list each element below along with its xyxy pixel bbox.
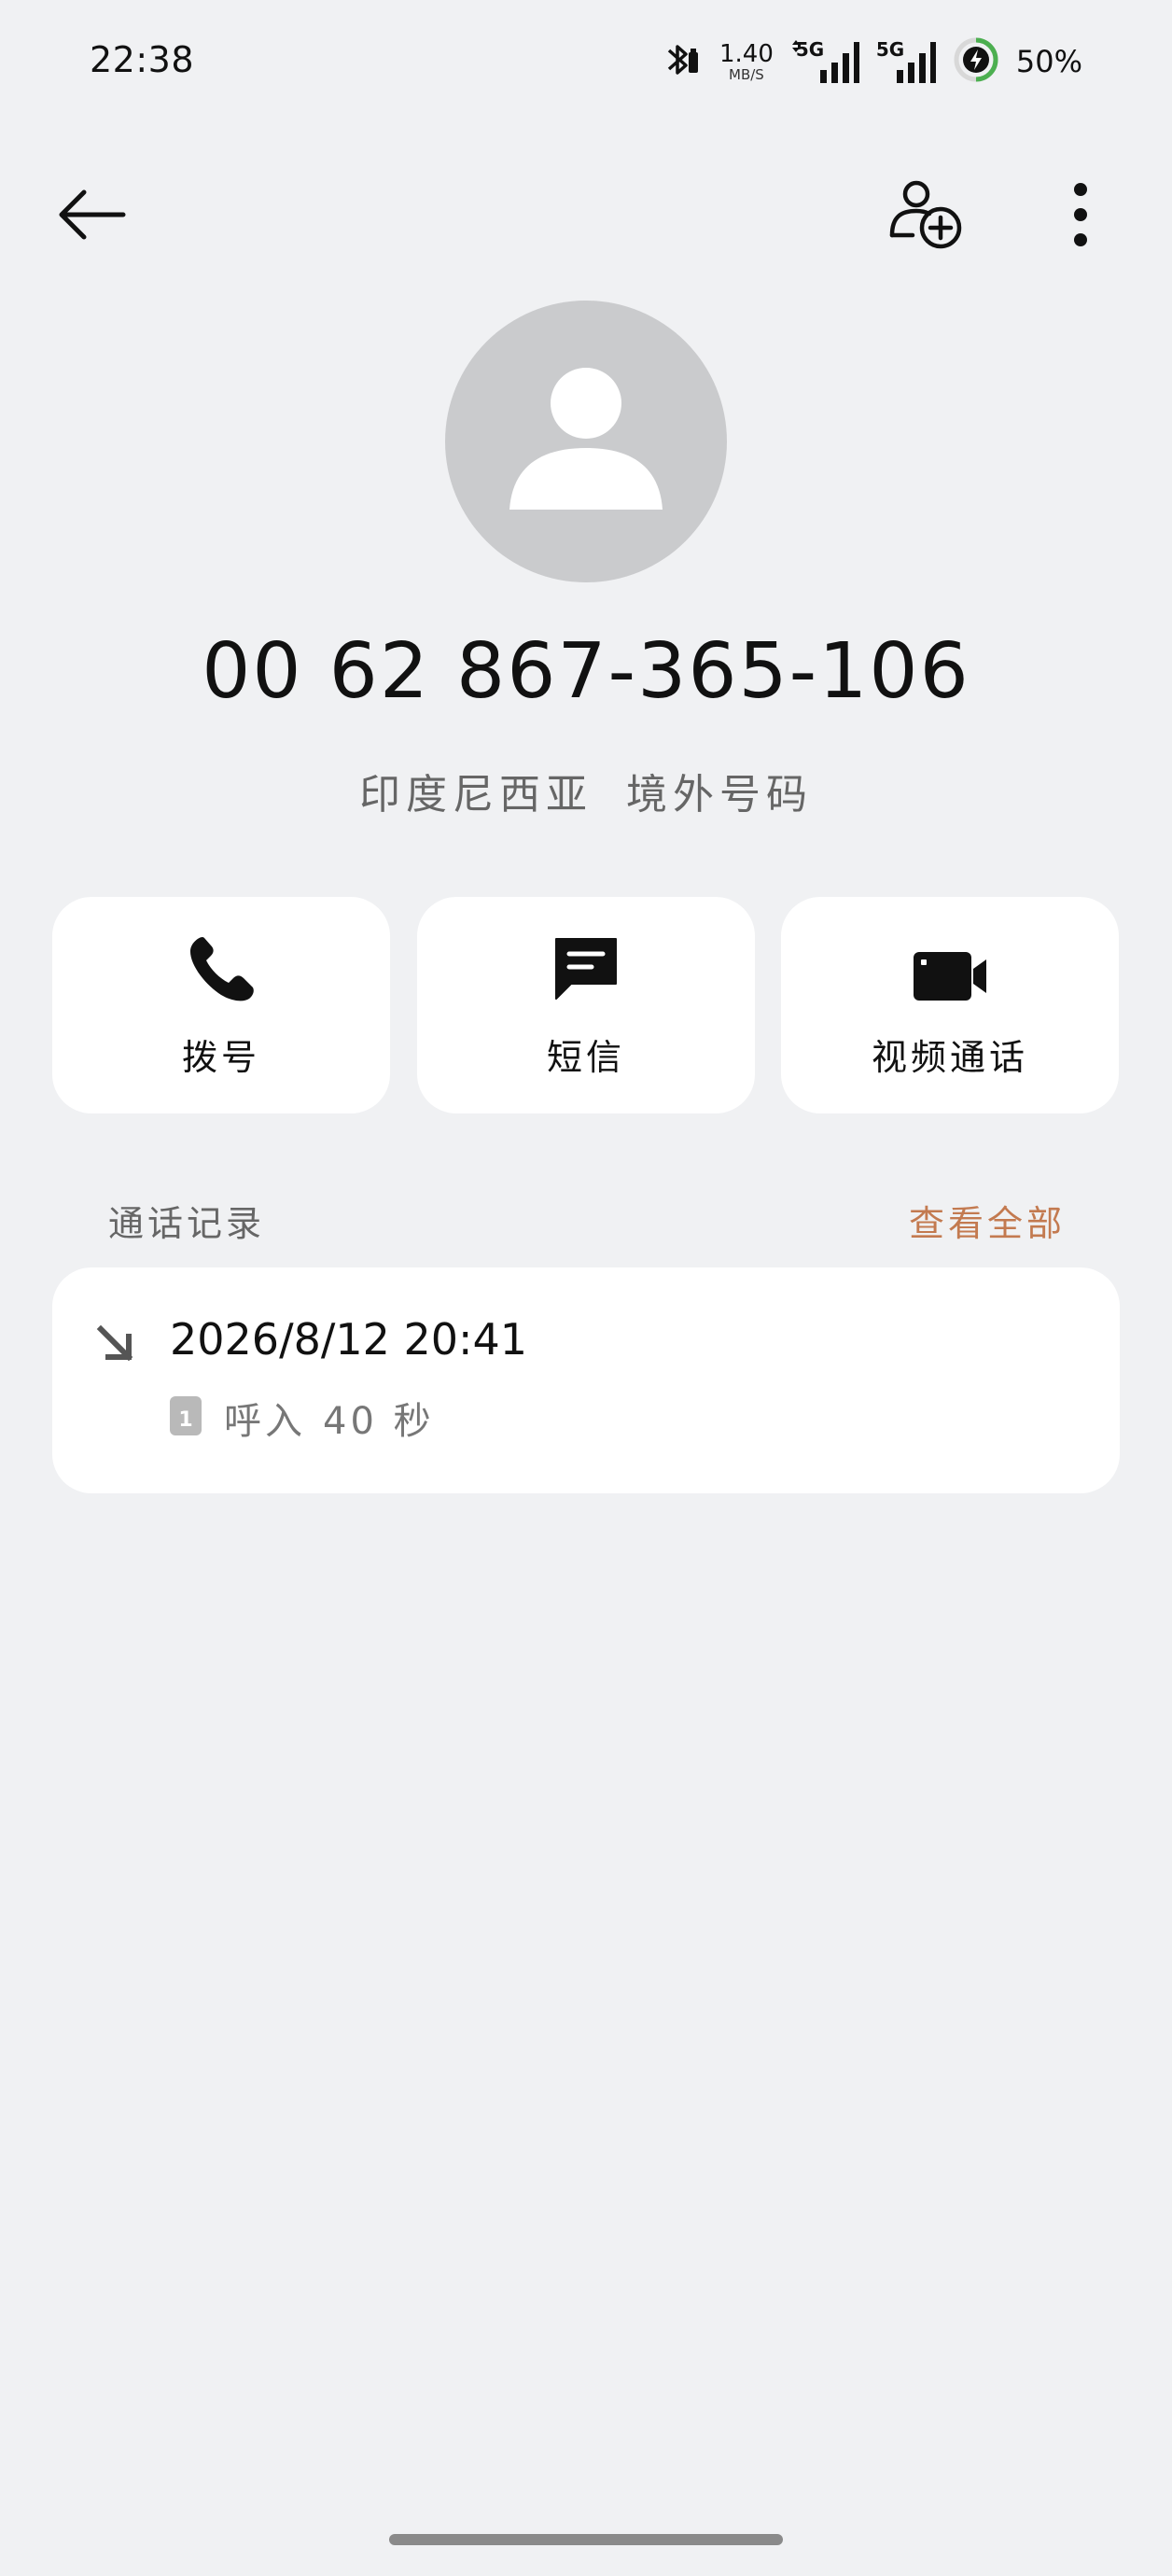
message-button[interactable]: 短信 [417, 897, 755, 1113]
sim-badge: 1 [170, 1396, 202, 1435]
call-direction: 呼入 [224, 1400, 306, 1443]
more-options-button[interactable] [1045, 174, 1116, 259]
back-arrow-icon [54, 185, 129, 248]
add-contact-button[interactable] [885, 174, 970, 259]
video-call-label: 视频通话 [871, 1036, 1028, 1078]
battery-charging-icon [953, 36, 999, 87]
call-log-title: 通话记录 [108, 1203, 266, 1244]
call-datetime: 2026/8/12 20:41 [170, 1314, 528, 1365]
more-vertical-icon [1071, 182, 1090, 251]
video-icon [912, 931, 988, 1004]
view-all-link[interactable]: 查看全部 [909, 1195, 1066, 1246]
signal-5g-icon: 5G [876, 36, 936, 87]
number-type-label: 境外号码 [626, 771, 813, 819]
dial-button[interactable]: 拨号 [52, 897, 390, 1113]
phone-icon [186, 931, 257, 1004]
phone-number: 00 62 867-365-106 [202, 627, 970, 716]
call-log-entry[interactable] [52, 1267, 1120, 1493]
net-speed-unit: MB/S [729, 65, 764, 83]
home-indicator[interactable] [389, 2534, 783, 2545]
person-icon [445, 368, 727, 582]
status-icons: 1.40 MB/S 5G 5G 50% [658, 35, 1082, 88]
number-location: 印度尼西亚 境外号码 [0, 761, 1172, 820]
message-icon [551, 931, 621, 1004]
net-speed-value: 1.40 [719, 39, 774, 68]
add-contact-icon [888, 175, 967, 258]
country-label: 印度尼西亚 [359, 771, 593, 819]
back-button[interactable] [52, 177, 131, 256]
incoming-call-icon [95, 1323, 136, 1365]
call-duration: 40 秒 [323, 1400, 435, 1443]
call-detail: 呼入 40 秒 [224, 1391, 435, 1445]
battery-percent: 50% [1015, 44, 1082, 79]
bluetooth-icon [658, 37, 703, 86]
status-time: 22:38 [90, 39, 195, 80]
video-call-button[interactable]: 视频通话 [781, 897, 1119, 1113]
net-speed: 1.40 MB/S [719, 42, 774, 82]
signal-5g-icon: 5G [790, 36, 859, 87]
message-label: 短信 [546, 1036, 625, 1078]
avatar [445, 301, 727, 582]
dial-label: 拨号 [181, 1036, 260, 1078]
